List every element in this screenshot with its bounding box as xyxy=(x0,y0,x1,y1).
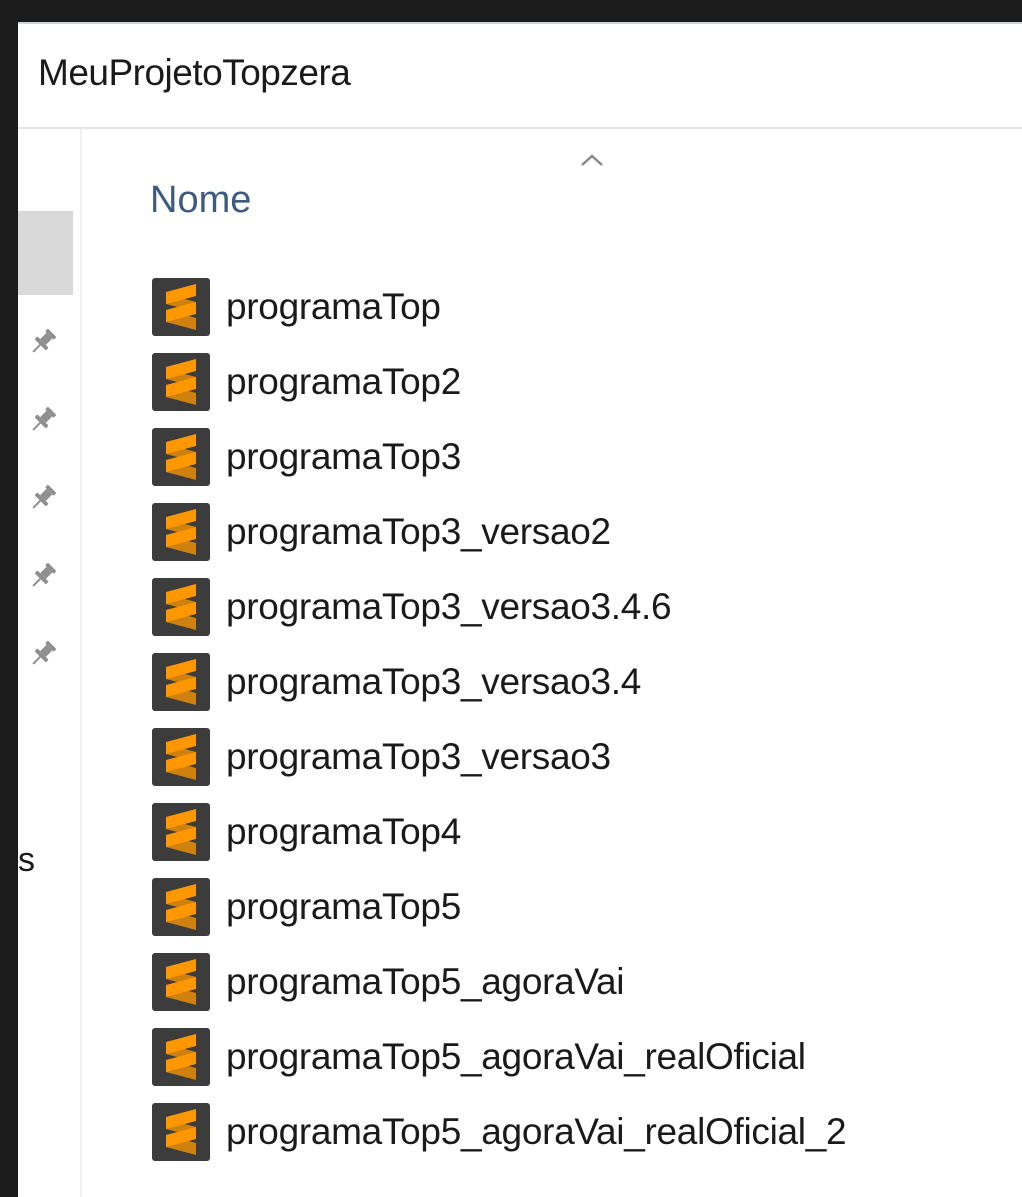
navigation-pane: s xyxy=(18,129,82,1197)
column-header-name[interactable]: Nome xyxy=(150,179,251,222)
nav-item-label[interactable]: s xyxy=(18,841,35,880)
file-row[interactable]: programaTop3_versao3 xyxy=(152,719,846,794)
file-name: programaTop3_versao3.4.6 xyxy=(226,585,672,627)
file-row[interactable]: programaTop3_versao2 xyxy=(152,494,846,569)
file-list: programaTop programaTop2 programaTop3 progr… xyxy=(152,269,847,1169)
sublime-text-file-icon xyxy=(152,877,210,936)
file-row[interactable]: programaTop5_agoraVai xyxy=(152,944,846,1019)
sublime-text-file-icon xyxy=(152,577,210,636)
sublime-text-file-icon xyxy=(152,277,210,336)
file-name: programaTop5_agoraVai xyxy=(226,960,625,1002)
file-name: programaTop5 xyxy=(226,885,461,927)
pin-icon xyxy=(32,484,57,509)
sublime-text-file-icon xyxy=(152,952,210,1011)
file-row[interactable]: programaTop5_agoraVai_realOficial_2 xyxy=(152,1094,847,1169)
file-name: programaTop5_agoraVai_realOficial xyxy=(226,1035,806,1077)
file-name: programaTop xyxy=(226,285,441,327)
file-name: programaTop3_versao3.4 xyxy=(226,660,642,702)
nav-item-selected[interactable] xyxy=(18,211,73,295)
title-bar xyxy=(0,0,1022,22)
file-name: programaTop3_versao2 xyxy=(226,510,611,552)
chevron-up-icon[interactable] xyxy=(580,153,604,167)
window-edge xyxy=(0,0,18,1197)
file-name: programaTop3_versao3 xyxy=(226,735,611,777)
sublime-text-file-icon xyxy=(152,1102,210,1161)
file-name: programaTop3 xyxy=(226,435,461,477)
file-name: programaTop2 xyxy=(226,360,461,402)
file-row[interactable]: programaTop3 xyxy=(152,419,846,494)
file-list-view: Nome programaTop programaTop2 programaTop3… xyxy=(82,129,1022,1197)
address-path[interactable]: MeuProjetoTopzera xyxy=(38,52,351,94)
file-name: programaTop5_agoraVai_realOficial_2 xyxy=(226,1110,847,1152)
file-row[interactable]: programaTop5 xyxy=(152,869,846,944)
pin-icon xyxy=(32,640,57,665)
sublime-text-file-icon xyxy=(152,427,210,486)
sublime-text-file-icon xyxy=(152,727,210,786)
address-bar[interactable]: MeuProjetoTopzera xyxy=(18,24,1022,129)
sublime-text-file-icon xyxy=(152,802,210,861)
file-row[interactable]: programaTop5_agoraVai_realOficial xyxy=(152,1019,846,1094)
sublime-text-file-icon xyxy=(152,352,210,411)
file-row[interactable]: programaTop xyxy=(152,269,846,344)
file-row[interactable]: programaTop3_versao3.4.6 xyxy=(152,569,846,644)
sublime-text-file-icon xyxy=(152,502,210,561)
sublime-text-file-icon xyxy=(152,1027,210,1086)
file-row[interactable]: programaTop2 xyxy=(152,344,846,419)
pin-icon xyxy=(32,328,57,353)
file-row[interactable]: programaTop3_versao3.4 xyxy=(152,644,846,719)
file-explorer-window: MeuProjetoTopzera s Nome programaTop prog… xyxy=(0,0,1022,1197)
file-row[interactable]: programaTop4 xyxy=(152,794,846,869)
pin-icon xyxy=(32,562,57,587)
pin-icon xyxy=(32,406,57,431)
sublime-text-file-icon xyxy=(152,652,210,711)
file-name: programaTop4 xyxy=(226,810,461,852)
